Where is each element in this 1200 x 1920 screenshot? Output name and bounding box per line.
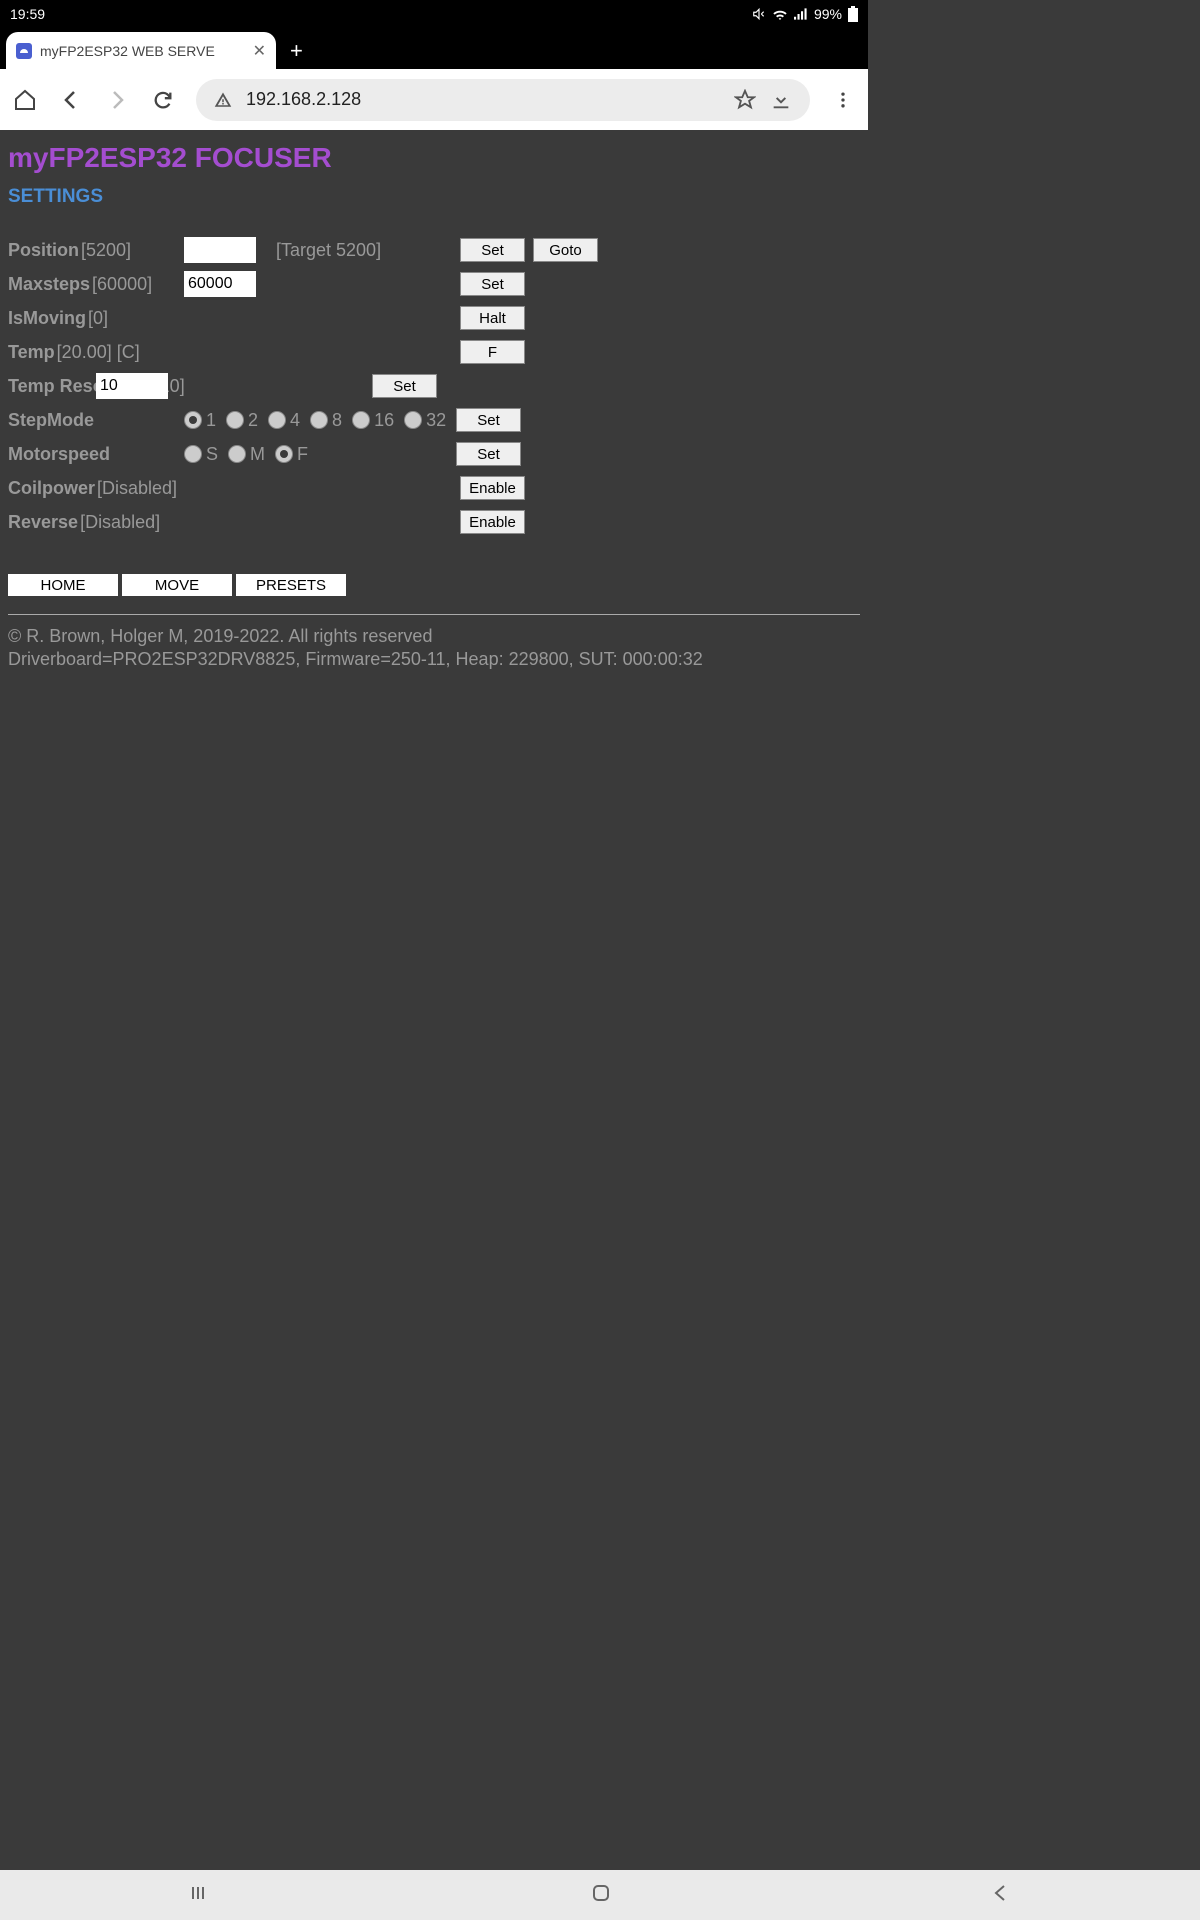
page-nav-buttons: HOME MOVE PRESETS xyxy=(8,574,860,596)
maxsteps-value: [60000] xyxy=(92,274,152,295)
stepmode-opt-8: 8 xyxy=(332,410,342,431)
stepmode-set-button[interactable]: Set xyxy=(456,408,521,432)
position-input[interactable] xyxy=(184,237,256,263)
position-label: Position xyxy=(8,240,79,261)
reverse-enable-button[interactable]: Enable xyxy=(460,510,525,534)
home-page-button[interactable]: HOME xyxy=(8,574,118,596)
row-motorspeed: Motorspeed S M F Set xyxy=(8,438,860,470)
android-status-bar: 19:59 99% xyxy=(0,0,868,28)
browser-tab[interactable]: myFP2ESP32 WEB SERVE ✕ xyxy=(6,32,276,69)
url-text: 192.168.2.128 xyxy=(246,89,361,110)
ismoving-value: [0] xyxy=(88,308,108,329)
stepmode-radio-32[interactable] xyxy=(404,411,422,429)
page-subtitle: SETTINGS xyxy=(8,186,860,208)
row-coilpower: Coilpower [Disabled] Enable xyxy=(8,472,860,504)
row-maxsteps: Maxsteps [60000] Set xyxy=(8,268,860,300)
menu-icon[interactable] xyxy=(830,87,856,113)
row-tempres: Temp Resolution [10] Set xyxy=(8,370,860,402)
browser-tab-bar: myFP2ESP32 WEB SERVE ✕ + xyxy=(0,28,868,69)
presets-page-button[interactable]: PRESETS xyxy=(236,574,346,596)
divider xyxy=(8,614,860,615)
stepmode-opt-1: 1 xyxy=(206,410,216,431)
row-ismoving: IsMoving [0] Halt xyxy=(8,302,860,334)
maxsteps-set-button[interactable]: Set xyxy=(460,272,525,296)
stepmode-radio-1[interactable] xyxy=(184,411,202,429)
temp-value: [20.00] [C] xyxy=(57,342,140,363)
wifi-icon xyxy=(772,8,788,20)
temp-label: Temp xyxy=(8,342,55,363)
row-temp: Temp [20.00] [C] F xyxy=(8,336,860,368)
motorspeed-radio-m[interactable] xyxy=(228,445,246,463)
maxsteps-label: Maxsteps xyxy=(8,274,90,295)
position-goto-button[interactable]: Goto xyxy=(533,238,598,262)
bookmark-icon[interactable] xyxy=(734,89,756,111)
temp-unit-button[interactable]: F xyxy=(460,340,525,364)
signal-icon xyxy=(794,8,808,20)
close-icon[interactable]: ✕ xyxy=(253,41,266,61)
page-content: myFP2ESP32 FOCUSER SETTINGS Position [52… xyxy=(0,130,868,682)
back-nav-icon[interactable] xyxy=(992,1884,1010,1907)
stepmode-label: StepMode xyxy=(8,410,94,431)
forward-icon xyxy=(104,87,130,113)
stepmode-opt-16: 16 xyxy=(374,410,394,431)
footer-line2: Driverboard=PRO2ESP32DRV8825, Firmware=2… xyxy=(8,648,860,671)
stepmode-opt-2: 2 xyxy=(248,410,258,431)
reverse-value: [Disabled] xyxy=(80,512,160,533)
motorspeed-opt-s: S xyxy=(206,444,218,465)
maxsteps-input[interactable] xyxy=(184,271,256,297)
battery-icon xyxy=(848,6,858,22)
position-set-button[interactable]: Set xyxy=(460,238,525,262)
position-value: [5200] xyxy=(81,240,131,261)
motorspeed-label: Motorspeed xyxy=(8,444,110,465)
reload-icon[interactable] xyxy=(150,87,176,113)
footer: © R. Brown, Holger M, 2019-2022. All rig… xyxy=(8,625,860,670)
stepmode-radio-2[interactable] xyxy=(226,411,244,429)
status-right: 99% xyxy=(752,6,858,22)
android-nav-bar xyxy=(0,1870,1200,1920)
coilpower-enable-button[interactable]: Enable xyxy=(460,476,525,500)
stepmode-opt-32: 32 xyxy=(426,410,446,431)
stepmode-radio-4[interactable] xyxy=(268,411,286,429)
coilpower-label: Coilpower xyxy=(8,478,95,499)
motorspeed-set-button[interactable]: Set xyxy=(456,442,521,466)
row-reverse: Reverse [Disabled] Enable xyxy=(8,506,860,538)
footer-line1: © R. Brown, Holger M, 2019-2022. All rig… xyxy=(8,625,860,648)
new-tab-button[interactable]: + xyxy=(290,39,314,63)
mute-icon xyxy=(752,7,766,21)
tempres-input[interactable] xyxy=(96,373,168,399)
back-icon[interactable] xyxy=(58,87,84,113)
tab-title: myFP2ESP32 WEB SERVE xyxy=(40,43,245,59)
recents-icon[interactable] xyxy=(190,1883,210,1908)
home-icon[interactable] xyxy=(12,87,38,113)
settings-table: Position [5200] [Target 5200] Set Goto M… xyxy=(8,234,860,538)
insecure-icon xyxy=(214,91,232,109)
page-title: myFP2ESP32 FOCUSER xyxy=(8,142,860,174)
stepmode-radio-8[interactable] xyxy=(310,411,328,429)
home-nav-icon[interactable] xyxy=(590,1882,612,1909)
ismoving-label: IsMoving xyxy=(8,308,86,329)
battery-percent: 99% xyxy=(814,6,842,22)
url-bar[interactable]: 192.168.2.128 xyxy=(196,79,810,121)
coilpower-value: [Disabled] xyxy=(97,478,177,499)
position-target: [Target 5200] xyxy=(276,240,381,261)
status-time: 19:59 xyxy=(10,6,45,22)
reverse-label: Reverse xyxy=(8,512,78,533)
motorspeed-opt-f: F xyxy=(297,444,308,465)
download-icon[interactable] xyxy=(770,89,792,111)
tab-favicon-icon xyxy=(16,43,32,59)
motorspeed-radio-s[interactable] xyxy=(184,445,202,463)
tempres-set-button[interactable]: Set xyxy=(372,374,437,398)
row-position: Position [5200] [Target 5200] Set Goto xyxy=(8,234,860,266)
halt-button[interactable]: Halt xyxy=(460,306,525,330)
row-stepmode: StepMode 1 2 4 8 16 32 Set xyxy=(8,404,860,436)
motorspeed-radio-f[interactable] xyxy=(275,445,293,463)
stepmode-radio-16[interactable] xyxy=(352,411,370,429)
stepmode-opt-4: 4 xyxy=(290,410,300,431)
motorspeed-opt-m: M xyxy=(250,444,265,465)
browser-toolbar: 192.168.2.128 xyxy=(0,69,868,130)
move-page-button[interactable]: MOVE xyxy=(122,574,232,596)
